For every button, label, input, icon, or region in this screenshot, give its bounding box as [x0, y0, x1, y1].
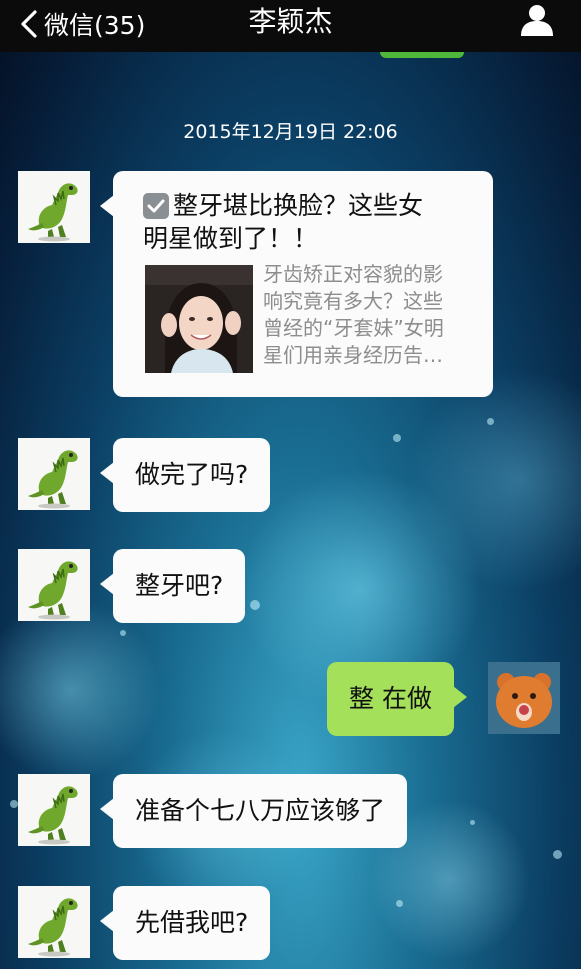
bokeh-light [250, 600, 260, 610]
dinosaur-avatar-icon [18, 171, 90, 243]
contact-avatar[interactable] [18, 438, 90, 510]
dinosaur-avatar-icon [18, 549, 90, 621]
contact-avatar[interactable] [18, 171, 90, 243]
article-desc-line: 曾经的“牙套妹”女明 [263, 316, 444, 340]
article-desc-line: 星们用亲身经历告… [263, 343, 443, 367]
checkbox-icon [143, 193, 169, 219]
chat-title: 李颖杰 [248, 5, 333, 38]
person-icon[interactable] [519, 2, 555, 38]
bokeh-light [396, 900, 403, 907]
article-title-line1: 整牙堪比换脸？这些女 [173, 191, 424, 220]
bokeh-light [470, 820, 475, 825]
bokeh-light [487, 418, 494, 425]
dinosaur-avatar-icon [18, 774, 90, 846]
article-card[interactable]: 整牙堪比换脸？这些女 明星做到了！！ 牙齿矫正对容貌的影 响究竟有多大？这些 曾… [100, 171, 493, 397]
article-desc-line: 牙齿矫正对容貌的影 [263, 262, 443, 286]
message-bubble-received[interactable]: 先借我吧? [99, 886, 271, 960]
my-avatar[interactable] [488, 662, 560, 734]
bokeh-light [553, 850, 562, 859]
article-title-line2-row: 明星做到了！！ [143, 222, 473, 255]
bear-avatar-icon [488, 662, 560, 734]
article-title-line2: 明星做到了！！ [143, 224, 319, 253]
green-tab-indicator [380, 52, 464, 58]
article-title: 整牙堪比换脸？这些女 [143, 189, 473, 222]
message-bubble-received[interactable]: 准备个七八万应该够了 [99, 774, 408, 848]
message-timestamp: 2015年12月19日 22:06 [183, 121, 398, 143]
dinosaur-avatar-icon [18, 438, 90, 510]
message-bubble-sent[interactable]: 整 在做 [327, 662, 467, 736]
bokeh-light [393, 434, 401, 442]
contact-avatar[interactable] [18, 886, 90, 958]
article-thumbnail [145, 265, 253, 373]
bokeh-light [10, 800, 18, 808]
navigation-bar: 微信(35) 李颖杰 [0, 0, 581, 58]
article-description: 牙齿矫正对容貌的影 响究竟有多大？这些 曾经的“牙套妹”女明 星们用亲身经历告… [263, 261, 479, 369]
article-desc-line: 响究竟有多大？这些 [263, 289, 443, 313]
message-bubble-received[interactable]: 整牙吧? [99, 549, 246, 623]
message-bubble-received[interactable]: 做完了吗? [99, 438, 271, 512]
contact-avatar[interactable] [18, 774, 90, 846]
contact-avatar[interactable] [18, 549, 90, 621]
dinosaur-avatar-icon [18, 886, 90, 958]
bokeh-light [120, 630, 126, 636]
